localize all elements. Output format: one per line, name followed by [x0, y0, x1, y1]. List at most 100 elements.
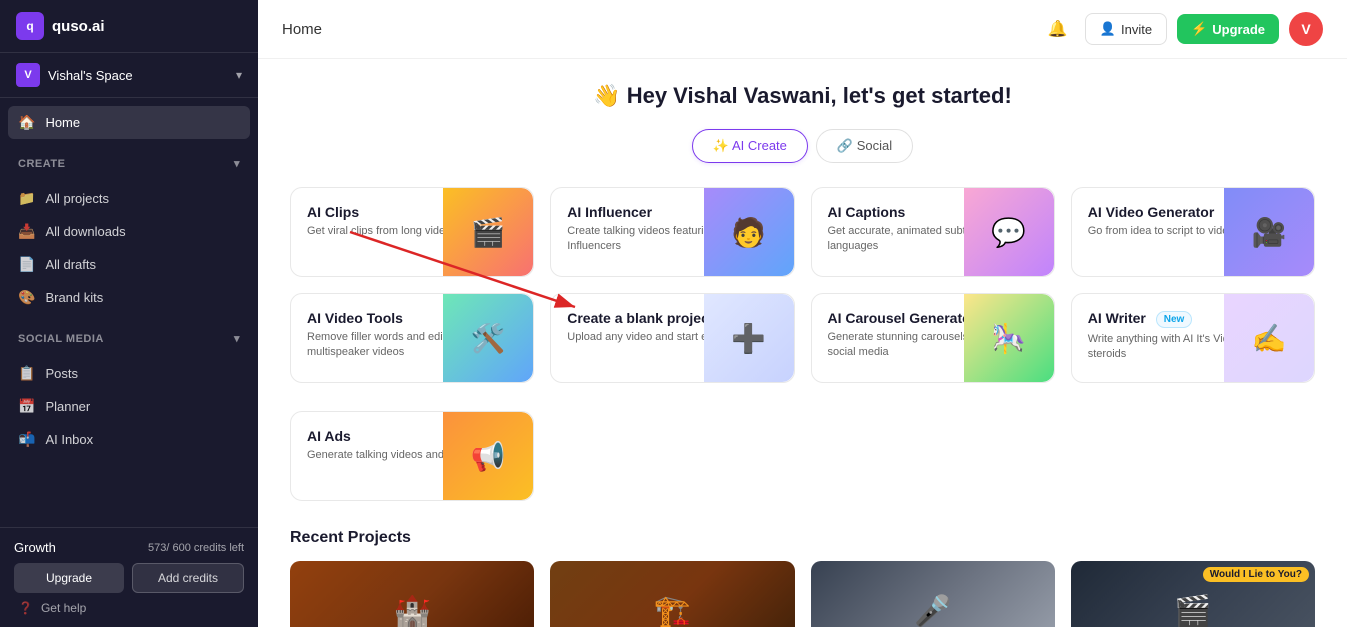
posts-icon: 📋	[18, 365, 35, 382]
cards-row3: AI Ads Generate talking videos and AI Ad…	[290, 411, 1315, 501]
card-ai-writer-thumbnail: ✍️	[1224, 294, 1314, 382]
card-ai-video-generator[interactable]: AI Video Generator Go from idea to scrip…	[1071, 187, 1315, 277]
app-name: quso.ai	[52, 18, 105, 35]
get-help-label: Get help	[41, 601, 86, 615]
topbar: Home 🔔 👤 Invite ⚡ Upgrade V	[258, 0, 1347, 59]
projects-grid: 🏰 AI Video 00:33 🏗️ AI Video 00:36 🎤	[290, 561, 1315, 627]
card-blank-project-thumbnail: ➕	[704, 294, 794, 382]
card-ai-ads[interactable]: AI Ads Generate talking videos and AI Ad…	[290, 411, 534, 501]
card-ai-video-tools-thumbnail: 🛠️	[443, 294, 533, 382]
project-thumb-1: 🏰 AI Video 00:33	[290, 561, 534, 627]
card-ai-captions[interactable]: AI Captions Get accurate, animated subti…	[811, 187, 1055, 277]
posts-label: Posts	[45, 366, 78, 381]
project-thumb-2-image: 🏗️	[654, 594, 691, 627]
help-icon: ❓	[18, 601, 33, 615]
new-badge: New	[1156, 311, 1193, 328]
sidebar-item-posts[interactable]: 📋 Posts	[8, 357, 250, 390]
social-nav: 📋 Posts 📅 Planner 📬 AI Inbox	[0, 349, 258, 464]
card-ai-clips[interactable]: AI Clips Get viral clips from long video…	[290, 187, 534, 277]
card-ai-captions-thumbnail: 💬	[964, 188, 1054, 276]
download-icon: 📥	[18, 223, 35, 240]
avatar-initials: V	[1301, 21, 1310, 37]
upgrade-topbar-button[interactable]: ⚡ Upgrade	[1177, 14, 1279, 44]
page-greeting: 👋 Hey Vishal Vaswani, let's get started!	[290, 83, 1315, 109]
sidebar-item-all-downloads[interactable]: 📥 All downloads	[8, 215, 250, 248]
recent-projects-title: Recent Projects	[290, 529, 1315, 547]
create-section-collapse-icon[interactable]: ▾	[234, 157, 240, 170]
social-section-header: SOCIAL MEDIA ▾	[0, 322, 258, 349]
sidebar-item-all-drafts[interactable]: 📄 All drafts	[8, 248, 250, 281]
card-ai-carousel-thumbnail: 🎠	[964, 294, 1054, 382]
sidebar-item-ai-inbox[interactable]: 📬 AI Inbox	[8, 423, 250, 456]
project-thumb-3-image: 🎤	[914, 594, 951, 627]
project-card-4[interactable]: 🎬 Would I Lie to You? AI Captions 07:04	[1071, 561, 1315, 627]
sidebar-item-home[interactable]: 🏠 Home	[8, 106, 250, 139]
sidebar-item-brand-kits[interactable]: 🎨 Brand kits	[8, 281, 250, 314]
upgrade-topbar-label: Upgrade	[1212, 22, 1265, 37]
sidebar-footer: Growth 573/ 600 credits left Upgrade Add…	[0, 527, 258, 627]
planner-icon: 📅	[18, 398, 35, 415]
social-section-label: SOCIAL MEDIA	[18, 333, 104, 345]
tab-bar: ✨ AI Create 🔗 Social	[290, 129, 1315, 163]
page-title: Home	[282, 21, 322, 38]
invite-button[interactable]: 👤 Invite	[1085, 13, 1167, 45]
project-card-3[interactable]: 🎤 AI Captions 01:07	[811, 561, 1055, 627]
workspace-selector[interactable]: V Vishal's Space ▾	[0, 53, 258, 98]
card-ai-carousel[interactable]: AI Carousel Generator Generate stunning …	[811, 293, 1055, 383]
folder-icon: 📁	[18, 190, 35, 207]
plan-label: Growth	[14, 540, 56, 555]
invite-icon: 👤	[1100, 21, 1116, 37]
create-section-label: CREATE	[18, 158, 65, 170]
ai-inbox-label: AI Inbox	[45, 432, 93, 447]
upgrade-sidebar-button[interactable]: Upgrade	[14, 563, 124, 593]
create-nav: 📁 All projects 📥 All downloads 📄 All dra…	[0, 174, 258, 322]
inbox-icon: 📬	[18, 431, 35, 448]
project-thumb-1-image: 🏰	[393, 594, 430, 627]
sidebar-item-all-projects[interactable]: 📁 All projects	[8, 182, 250, 215]
card-ai-video-tools[interactable]: AI Video Tools Remove filler words and e…	[290, 293, 534, 383]
home-icon: 🏠	[18, 114, 35, 131]
chevron-down-icon: ▾	[236, 68, 242, 82]
content-area: 👋 Hey Vishal Vaswani, let's get started!…	[258, 59, 1347, 627]
all-downloads-label: All downloads	[45, 224, 125, 239]
social-section-collapse-icon[interactable]: ▾	[234, 332, 240, 345]
card-blank-project[interactable]: Create a blank project Upload any video …	[550, 293, 794, 383]
tab-ai-create[interactable]: ✨ AI Create	[692, 129, 808, 163]
project-thumb-4-image: 🎬	[1174, 594, 1211, 627]
cards-section: AI Clips Get viral clips from long video…	[290, 187, 1315, 501]
card-ai-influencer[interactable]: AI Influencer Create talking videos feat…	[550, 187, 794, 277]
project-card-1[interactable]: 🏰 AI Video 00:33	[290, 561, 534, 627]
sidebar-logo: q quso.ai	[0, 0, 258, 53]
all-drafts-label: All drafts	[45, 257, 96, 272]
user-avatar[interactable]: V	[1289, 12, 1323, 46]
card-ai-video-generator-thumbnail: 🎥	[1224, 188, 1314, 276]
project-card-2[interactable]: 🏗️ AI Video 00:36	[550, 561, 794, 627]
tab-social[interactable]: 🔗 Social	[816, 129, 913, 163]
drafts-icon: 📄	[18, 256, 35, 273]
cards-grid: AI Clips Get viral clips from long video…	[290, 187, 1315, 383]
get-help-link[interactable]: ❓ Get help	[14, 593, 244, 615]
sidebar: q quso.ai V Vishal's Space ▾ 🏠 Home CREA…	[0, 0, 258, 627]
notifications-button[interactable]: 🔔	[1041, 12, 1075, 46]
add-credits-button[interactable]: Add credits	[132, 563, 244, 593]
project-thumb-2: 🏗️ AI Video 00:36	[550, 561, 794, 627]
card-ai-ads-thumbnail: 📢	[443, 412, 533, 500]
card-ai-influencer-thumbnail: 🧑	[704, 188, 794, 276]
all-projects-label: All projects	[45, 191, 109, 206]
main-content: Home 🔔 👤 Invite ⚡ Upgrade V 👋 Hey Vishal…	[258, 0, 1347, 627]
project-4-overlay: Would I Lie to You?	[1203, 567, 1309, 582]
sidebar-item-home-label: Home	[45, 115, 80, 130]
card-ai-clips-thumbnail: 🎬	[443, 188, 533, 276]
project-thumb-4: 🎬 Would I Lie to You? AI Captions 07:04	[1071, 561, 1315, 627]
card-ai-writer[interactable]: AI Writer New Write anything with AI It'…	[1071, 293, 1315, 383]
logo-icon: q	[16, 12, 44, 40]
workspace-icon: V	[16, 63, 40, 87]
create-section-header: CREATE ▾	[0, 147, 258, 174]
lightning-icon: ⚡	[1191, 21, 1207, 37]
recent-projects-section: Recent Projects 🏰 AI Video 00:33 🏗️ AI V…	[290, 529, 1315, 627]
credits-display: 573/ 600 credits left	[148, 542, 244, 554]
project-thumb-3: 🎤 AI Captions 01:07	[811, 561, 1055, 627]
brand-kits-label: Brand kits	[45, 290, 103, 305]
sidebar-item-planner[interactable]: 📅 Planner	[8, 390, 250, 423]
planner-label: Planner	[45, 399, 90, 414]
